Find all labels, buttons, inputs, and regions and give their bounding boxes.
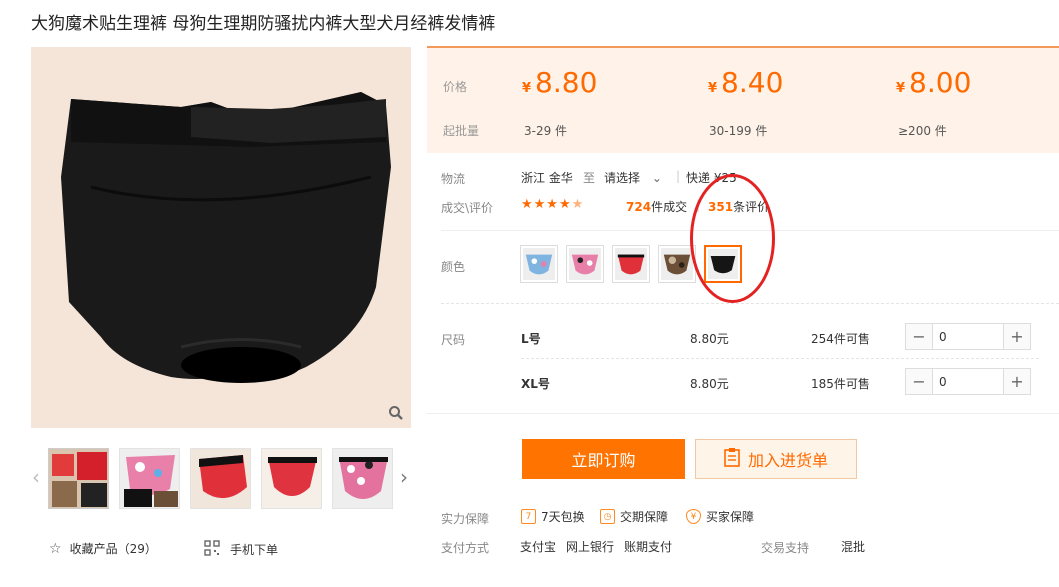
guarantee-label: 实力保障 bbox=[441, 512, 490, 526]
guarantee-text: 交期保障 bbox=[620, 510, 669, 524]
delivery-guarantee-icon: ◷ bbox=[600, 509, 615, 524]
quantity-input[interactable] bbox=[933, 324, 1003, 349]
thumbnail-3[interactable] bbox=[190, 448, 251, 509]
destination-select[interactable]: 请选择 ⌄ bbox=[604, 169, 662, 186]
thumb-next-arrow-icon[interactable]: › bbox=[398, 464, 410, 490]
add-to-cart-label: 加入进货单 bbox=[747, 451, 828, 470]
guarantee-text: 7天包换 bbox=[541, 510, 585, 524]
size-price: 8.80元 bbox=[690, 332, 729, 346]
guarantee-item[interactable]: 7 7天包换 bbox=[521, 508, 585, 525]
review-text: 条评价 bbox=[733, 200, 770, 214]
price-value: 8.40 bbox=[721, 66, 784, 99]
rating-stars: ★★★★★ bbox=[521, 197, 585, 212]
price-value: 8.00 bbox=[909, 66, 972, 99]
price-value: 8.80 bbox=[535, 66, 598, 99]
payment-method: 账期支付 bbox=[624, 540, 673, 554]
color-label: 颜色 bbox=[441, 260, 466, 274]
favorite-label: 收藏产品（29） bbox=[69, 542, 157, 556]
currency-symbol: ¥ bbox=[896, 81, 906, 96]
trade-support-label: 交易支持 bbox=[761, 541, 810, 555]
guarantee-item[interactable]: ◷ 交期保障 bbox=[600, 508, 668, 525]
size-name: L号 bbox=[521, 332, 541, 346]
color-option-black[interactable] bbox=[704, 245, 742, 283]
logistics-origin: 浙江 金华 bbox=[521, 171, 573, 185]
size-price: 8.80元 bbox=[690, 377, 729, 391]
thumbnail-strip bbox=[48, 448, 393, 509]
price-tier-2: ¥ 8.40 bbox=[708, 66, 783, 99]
currency-symbol: ¥ bbox=[522, 81, 532, 96]
quantity-stepper: − + bbox=[905, 323, 1031, 350]
trade-support-value: 混批 bbox=[841, 540, 866, 554]
price-tier-1: ¥ 8.80 bbox=[522, 66, 597, 99]
separator: | bbox=[676, 169, 681, 183]
order-now-button[interactable]: 立即订购 bbox=[522, 439, 685, 479]
divider bbox=[441, 303, 1059, 304]
size-label: 尺码 bbox=[441, 333, 466, 347]
price-tier-3: ¥ 8.00 bbox=[896, 66, 971, 99]
currency-symbol: ¥ bbox=[708, 81, 718, 96]
favorite-product[interactable]: ☆ 收藏产品（29） bbox=[49, 540, 157, 557]
tier-1-qty: 3-29 件 bbox=[524, 124, 568, 138]
color-option-camo[interactable] bbox=[658, 245, 696, 283]
chevron-down-icon: ⌄ bbox=[651, 171, 662, 185]
divider bbox=[427, 413, 1059, 414]
quantity-input[interactable] bbox=[933, 369, 1003, 394]
minus-button[interactable]: − bbox=[906, 324, 933, 349]
thumbnail-1[interactable] bbox=[48, 448, 109, 509]
annotation-circle bbox=[690, 174, 775, 303]
add-to-cart-button[interactable]: 加入进货单 bbox=[695, 439, 857, 479]
separator: | bbox=[696, 198, 701, 212]
plus-button[interactable]: + bbox=[1003, 324, 1030, 349]
color-option-blue[interactable] bbox=[520, 245, 558, 283]
thumbnail-5[interactable] bbox=[332, 448, 393, 509]
tier-2-qty: 30-199 件 bbox=[709, 124, 768, 138]
payment-method: 网上银行 bbox=[566, 540, 615, 554]
qr-code-icon bbox=[204, 540, 220, 559]
clipboard-icon bbox=[724, 447, 740, 471]
color-options bbox=[520, 245, 742, 283]
product-title: 大狗魔术贴生理裤 母狗生理期防骚扰内裤大型犬月经裤发情裤 bbox=[31, 14, 496, 34]
logistics-to: 至 bbox=[583, 171, 596, 185]
payment-label: 支付方式 bbox=[441, 541, 490, 555]
mobile-order-label: 手机下单 bbox=[230, 543, 279, 557]
guarantee-text: 买家保障 bbox=[706, 510, 755, 524]
buyer-shield-icon: ¥ bbox=[686, 509, 701, 524]
logistics-label: 物流 bbox=[441, 172, 466, 186]
color-option-red[interactable] bbox=[612, 245, 650, 283]
review-count: 351 bbox=[708, 200, 734, 214]
thumbnail-2[interactable] bbox=[119, 448, 180, 509]
sold-text: 件成交 bbox=[651, 200, 688, 214]
price-panel: 价格 起批量 ¥ 8.80 ¥ 8.40 ¥ 8.00 3-29 件 30-19… bbox=[427, 46, 1059, 153]
tier-3-qty: ≥200 件 bbox=[898, 124, 947, 138]
thumbnail-4[interactable] bbox=[261, 448, 322, 509]
star-outline-icon: ☆ bbox=[49, 540, 62, 557]
plus-button[interactable]: + bbox=[1003, 369, 1030, 394]
sold-count: 724 bbox=[626, 200, 652, 214]
quantity-stepper: − + bbox=[905, 368, 1031, 395]
deals-label: 成交\评价 bbox=[441, 201, 494, 215]
mobile-order[interactable]: 手机下单 bbox=[204, 540, 278, 559]
sold-count-link[interactable]: 724件成交 bbox=[626, 198, 687, 215]
payment-method: 支付宝 bbox=[520, 540, 557, 554]
divider bbox=[441, 230, 1059, 231]
express-fee: 快递 ¥25 bbox=[686, 171, 737, 185]
main-product-image[interactable] bbox=[31, 47, 411, 428]
size-stock: 185件可售 bbox=[811, 377, 870, 391]
exchange-icon: 7 bbox=[521, 509, 536, 524]
minus-button[interactable]: − bbox=[906, 369, 933, 394]
price-label: 价格 bbox=[443, 80, 468, 94]
thumb-prev-arrow-icon[interactable]: ‹ bbox=[30, 464, 42, 490]
guarantee-item[interactable]: ¥ 买家保障 bbox=[686, 508, 754, 525]
zoom-icon[interactable] bbox=[385, 402, 407, 424]
review-count-link[interactable]: 351条评价 bbox=[708, 198, 769, 215]
min-qty-label: 起批量 bbox=[443, 124, 480, 138]
divider bbox=[521, 358, 1039, 359]
color-option-pink[interactable] bbox=[566, 245, 604, 283]
destination-value: 请选择 bbox=[604, 171, 641, 185]
size-stock: 254件可售 bbox=[811, 332, 870, 346]
size-name: XL号 bbox=[521, 377, 550, 391]
